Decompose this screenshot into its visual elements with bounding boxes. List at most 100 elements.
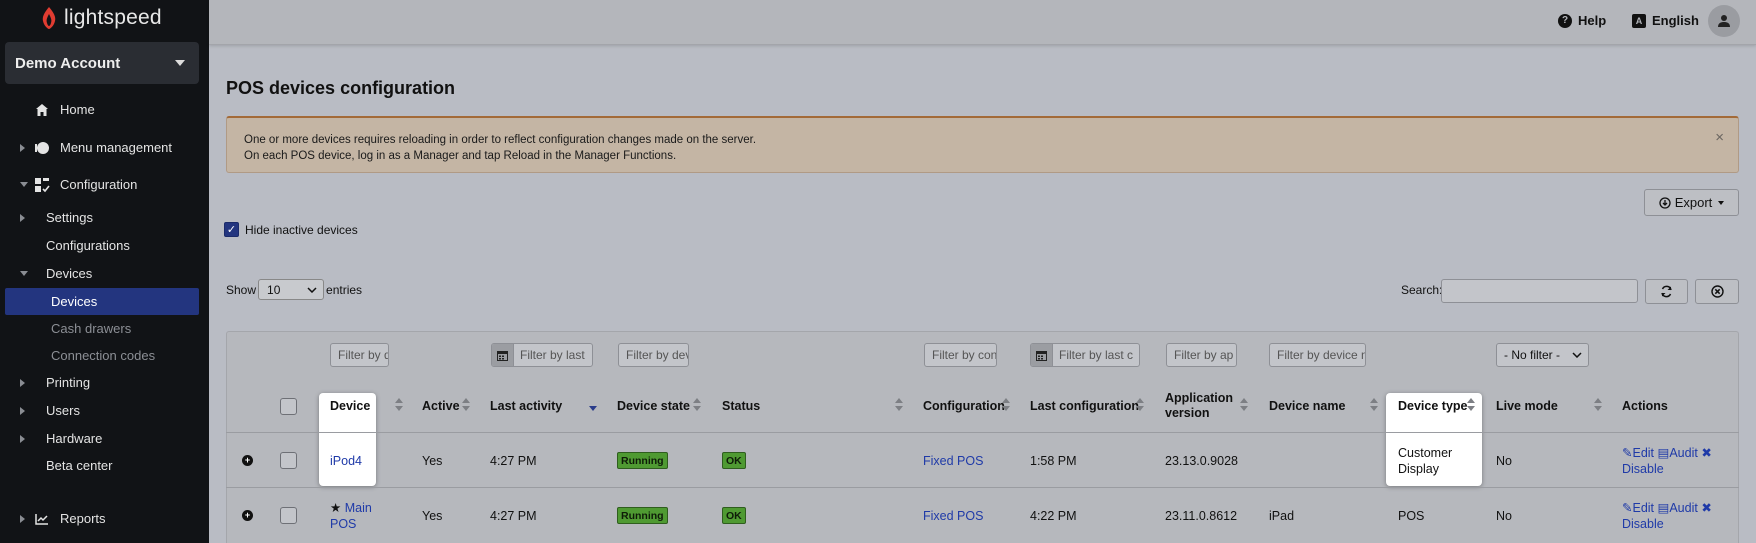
filter-configuration-input[interactable]: Filter by con — [924, 343, 997, 367]
search-input[interactable] — [1441, 279, 1638, 303]
export-label: Export — [1674, 195, 1713, 210]
column-header-app-version[interactable]: Application version — [1165, 391, 1233, 421]
device-link[interactable]: iPod4 — [330, 453, 362, 469]
column-header-configuration[interactable]: Configuration — [923, 399, 1005, 414]
live-mode-cell: No — [1496, 454, 1512, 468]
language-selector[interactable]: A English — [1632, 13, 1699, 28]
entries-select[interactable]: 10 — [258, 279, 325, 300]
sort-desc-icon[interactable] — [589, 398, 597, 414]
row-actions: ✎Edit ▤Audit ✖ Disable — [1622, 445, 1712, 477]
audit-action[interactable]: ▤Audit — [1658, 446, 1698, 460]
sidebar-item-configuration[interactable]: Configuration — [0, 171, 209, 198]
edit-icon: ✎ — [1622, 501, 1633, 515]
sort-icon[interactable] — [1136, 398, 1144, 414]
device-state-badge: Running — [617, 452, 668, 469]
select-all-checkbox[interactable] — [280, 398, 297, 415]
sort-icon[interactable] — [1467, 398, 1475, 414]
column-header-live-mode[interactable]: Live mode — [1496, 399, 1558, 414]
refresh-button[interactable] — [1645, 279, 1688, 304]
sidebar-item-devices-group[interactable]: Devices — [0, 260, 209, 287]
device-name-cell: iPad — [1269, 509, 1295, 523]
filter-last-configuration-input[interactable]: Filter by last c — [1030, 343, 1140, 367]
sort-icon[interactable] — [693, 398, 701, 414]
entries-length-control: Show 10 entries — [226, 279, 362, 300]
user-avatar[interactable] — [1708, 5, 1740, 37]
column-header-active[interactable]: Active — [422, 399, 460, 414]
sort-icon[interactable] — [1370, 398, 1378, 414]
sidebar-item-devices[interactable]: Devices — [5, 288, 199, 315]
sidebar-item-printing[interactable]: Printing — [0, 369, 209, 396]
sort-icon[interactable] — [395, 398, 403, 414]
row-checkbox[interactable] — [280, 507, 297, 524]
sidebar-item-menu-management[interactable]: Menu management — [0, 134, 209, 161]
device-cell: ★ Main POS — [330, 500, 372, 532]
sidebar-item-reports[interactable]: Reports — [0, 505, 209, 532]
chevron-right-icon — [20, 514, 25, 523]
clear-filters-button[interactable] — [1695, 279, 1739, 304]
sidebar-item-connection-codes[interactable]: Connection codes — [0, 342, 209, 369]
sidebar-item-home[interactable]: Home — [0, 96, 209, 123]
last-activity-cell: 4:27 PM — [490, 509, 537, 523]
device-link-line1[interactable]: Main — [345, 501, 372, 515]
column-header-last-activity[interactable]: Last activity — [490, 399, 562, 414]
disable-action[interactable]: Disable — [1622, 517, 1664, 531]
sort-icon[interactable] — [1240, 398, 1248, 414]
column-header-status[interactable]: Status — [722, 399, 760, 414]
device-type-cell: Customer Display — [1398, 445, 1452, 477]
column-header-last-configuration[interactable]: Last configuration — [1030, 399, 1139, 414]
sidebar-item-configurations[interactable]: Configurations — [0, 232, 209, 259]
filter-device-name-input[interactable]: Filter by device n — [1269, 343, 1366, 367]
sort-icon[interactable] — [1594, 398, 1602, 414]
expand-row-icon[interactable]: + — [242, 510, 253, 521]
filter-last-activity-input[interactable]: Filter by last — [491, 343, 593, 367]
sort-icon[interactable] — [462, 398, 470, 414]
configuration-link[interactable]: Fixed POS — [923, 453, 983, 469]
clear-circle-icon — [1710, 285, 1724, 298]
column-header-device[interactable]: Device — [330, 399, 370, 414]
chevron-right-icon — [20, 406, 25, 415]
filter-app-version-input[interactable]: Filter by ap — [1166, 343, 1237, 367]
column-header-device-name[interactable]: Device name — [1269, 399, 1345, 414]
brand-logo[interactable]: lightspeed — [40, 6, 162, 30]
reports-icon — [34, 511, 50, 527]
row-checkbox[interactable] — [280, 452, 297, 469]
edit-action[interactable]: ✎Edit — [1622, 501, 1654, 515]
sidebar-item-users[interactable]: Users — [0, 397, 209, 424]
lightspeed-flame-icon — [42, 7, 56, 29]
column-header-app-version-line1: Application — [1165, 391, 1234, 405]
alert-line-1: One or more devices requires reloading i… — [244, 134, 757, 146]
sort-icon[interactable] — [895, 398, 903, 414]
sidebar-item-cash-drawers[interactable]: Cash drawers — [0, 315, 209, 342]
hide-inactive-label: Hide inactive devices — [245, 222, 358, 237]
export-button[interactable]: Export — [1644, 189, 1739, 216]
sidebar-item-hardware[interactable]: Hardware — [0, 425, 209, 452]
page-title: POS devices configuration — [226, 78, 456, 98]
help-link[interactable]: ? Help — [1558, 13, 1606, 28]
filter-device-state-input[interactable]: Filter by dev — [618, 343, 689, 367]
filter-live-mode-value: - No filter - — [1504, 348, 1561, 362]
configuration-link[interactable]: Fixed POS — [923, 508, 983, 524]
device-link-line2[interactable]: POS — [330, 517, 356, 531]
help-label: Help — [1578, 13, 1607, 28]
header-divider — [226, 432, 1739, 433]
sidebar-item-beta-center[interactable]: Beta center — [0, 452, 209, 479]
disable-action[interactable]: Disable — [1622, 462, 1664, 476]
home-icon — [34, 102, 50, 118]
menu-management-icon — [34, 140, 50, 156]
account-switcher[interactable]: Demo Account — [5, 42, 199, 84]
filter-device-input[interactable]: Filter by d — [330, 343, 389, 367]
book-icon: ▤ — [1657, 501, 1670, 515]
audit-action[interactable]: ▤Audit — [1658, 501, 1698, 515]
chevron-right-icon — [20, 434, 25, 443]
expand-row-icon[interactable]: + — [242, 455, 253, 466]
filter-live-mode-select[interactable]: - No filter - — [1496, 343, 1589, 367]
user-icon — [1718, 15, 1730, 27]
column-header-device-state[interactable]: Device state — [617, 399, 690, 414]
hide-inactive-checkbox[interactable]: ✓ — [224, 222, 239, 237]
hide-inactive-toggle[interactable]: ✓ Hide inactive devices — [224, 222, 358, 237]
close-icon[interactable]: × — [1715, 130, 1724, 146]
column-header-device-type[interactable]: Device type — [1398, 399, 1467, 414]
sidebar-item-settings[interactable]: Settings — [0, 204, 209, 231]
edit-action[interactable]: ✎Edit — [1622, 446, 1654, 460]
sort-icon[interactable] — [1002, 398, 1010, 414]
